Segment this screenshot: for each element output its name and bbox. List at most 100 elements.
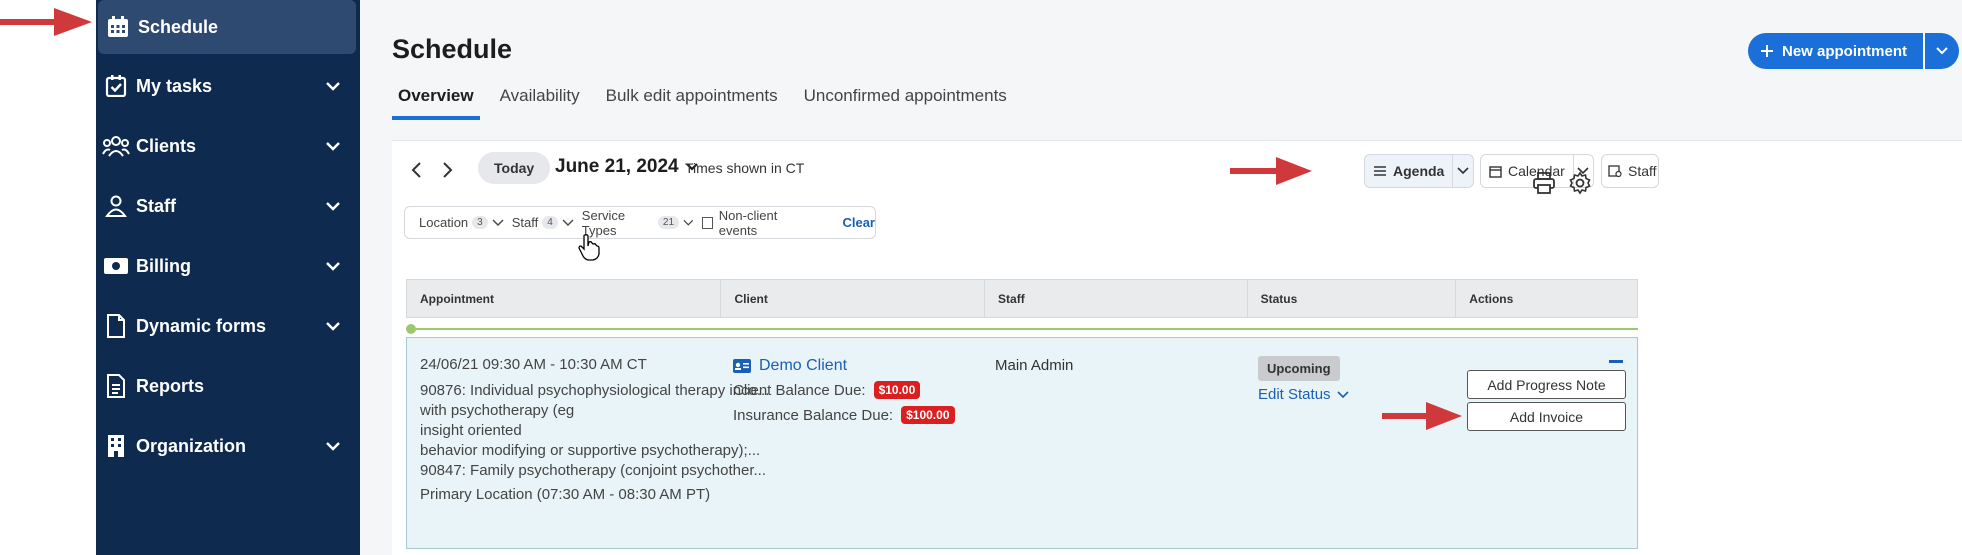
previous-day-button[interactable] xyxy=(406,159,428,181)
page-title: Schedule xyxy=(392,34,513,64)
appointment-datetime: 24/06/21 09:30 AM - 10:30 AM CT xyxy=(420,356,647,373)
agenda-label: Agenda xyxy=(1393,163,1445,179)
collapse-row-button[interactable] xyxy=(1609,360,1623,363)
calendar-view-main[interactable]: Calendar xyxy=(1481,155,1573,187)
sidebar-item-reports[interactable]: Reports xyxy=(96,359,360,413)
chevron-down-icon xyxy=(562,219,574,226)
current-time-line xyxy=(406,328,1638,330)
sidebar-item-organization[interactable]: Organization xyxy=(96,419,360,473)
calendar-person-icon xyxy=(1608,165,1622,178)
agenda-view-dropdown[interactable] xyxy=(1452,155,1473,187)
sidebar-item-my-tasks[interactable]: My tasks xyxy=(96,59,360,113)
mouse-cursor-icon xyxy=(578,234,600,261)
chevron-right-icon xyxy=(443,162,453,178)
schedule-panel: Today June 21, 2024 Times shown in CT Ag… xyxy=(392,140,1962,555)
add-invoice-button[interactable]: Add Invoice xyxy=(1467,402,1626,431)
main-content: Schedule Overview Availability Bulk edit… xyxy=(360,0,1962,555)
table-header: Appointment Client Staff Status Actions xyxy=(406,279,1638,318)
staff-filter[interactable]: Staff 4 xyxy=(512,215,574,230)
calendar-icon xyxy=(104,13,132,41)
current-date: June 21, 2024 xyxy=(555,156,679,177)
column-header-actions[interactable]: Actions xyxy=(1456,280,1637,317)
today-button[interactable]: Today xyxy=(478,152,551,184)
service-line: with psychotherapy (eg xyxy=(420,402,575,419)
gear-icon xyxy=(1569,171,1591,195)
insurance-balance-badge: $100.00 xyxy=(901,406,955,424)
column-header-staff[interactable]: Staff xyxy=(985,280,1248,317)
tab-overview[interactable]: Overview xyxy=(392,84,480,120)
tab-bar: Overview Availability Bulk edit appointm… xyxy=(392,84,1027,120)
current-time-dot xyxy=(406,324,416,334)
location-filter[interactable]: Location 3 xyxy=(419,215,504,230)
task-check-icon xyxy=(102,72,130,100)
settings-button[interactable] xyxy=(1568,171,1592,195)
column-header-status[interactable]: Status xyxy=(1248,280,1457,317)
staff-view-button[interactable]: Staff xyxy=(1601,154,1659,188)
column-header-client[interactable]: Client xyxy=(721,280,986,317)
location-count-badge: 3 xyxy=(472,216,488,229)
new-appointment-label: New appointment xyxy=(1782,42,1908,60)
client-balance-label: Client Balance Due: xyxy=(733,381,866,399)
tab-unconfirmed-appointments[interactable]: Unconfirmed appointments xyxy=(798,84,1013,120)
sidebar-item-label: My tasks xyxy=(136,75,213,96)
sidebar-item-schedule[interactable]: Schedule xyxy=(98,0,356,54)
client-balance-badge: $10.00 xyxy=(873,381,921,399)
new-appointment-button[interactable]: New appointment xyxy=(1748,33,1924,69)
sidebar-item-label: Clients xyxy=(136,135,197,156)
chevron-down-icon xyxy=(326,322,340,331)
service-line: 90847: Family psychotherapy (conjoint ps… xyxy=(420,462,767,479)
edit-status-dropdown[interactable]: Edit Status xyxy=(1258,386,1349,403)
non-client-events-label: Non-client events xyxy=(718,207,778,238)
insurance-balance: Insurance Balance Due: $100.00 xyxy=(733,406,955,424)
chevron-down-icon xyxy=(492,219,504,226)
app-root: Schedule My tasks Clients Staff Billing … xyxy=(0,0,1962,555)
print-button[interactable] xyxy=(1532,171,1556,195)
column-header-appointment[interactable]: Appointment xyxy=(407,280,722,317)
service-line: 90876: Individual psychophysiological th… xyxy=(420,382,770,399)
chevron-down-icon xyxy=(326,262,340,271)
agenda-view-button[interactable]: Agenda xyxy=(1364,154,1474,188)
clear-filters-link[interactable]: Clear xyxy=(842,215,875,230)
staff-view-main[interactable]: Staff xyxy=(1602,155,1663,187)
service-types-count-badge: 21 xyxy=(657,216,680,229)
calendar-icon xyxy=(1489,165,1502,178)
staff-name: Main Admin xyxy=(995,357,1074,374)
sidebar-item-billing[interactable]: Billing xyxy=(96,239,360,293)
annotation-arrow-add-invoice xyxy=(1382,402,1462,430)
list-icon xyxy=(1374,166,1386,176)
chevron-down-icon xyxy=(326,142,340,151)
non-client-events-checkbox[interactable] xyxy=(701,216,713,229)
sidebar-item-label: Dynamic forms xyxy=(136,315,267,336)
clients-group-icon xyxy=(102,132,130,160)
insurance-balance-label: Insurance Balance Due: xyxy=(733,406,894,424)
chevron-down-icon xyxy=(683,219,694,226)
table-row[interactable]: 24/06/21 09:30 AM - 10:30 AM CT 90876: I… xyxy=(406,337,1638,549)
billing-cash-icon xyxy=(102,252,130,280)
sidebar-item-dynamic-forms[interactable]: Dynamic forms xyxy=(96,299,360,353)
add-progress-note-button[interactable]: Add Progress Note xyxy=(1467,370,1626,399)
sidebar-item-staff[interactable]: Staff xyxy=(96,179,360,233)
sidebar-item-label: Staff xyxy=(136,195,176,216)
sidebar-item-label: Schedule xyxy=(138,16,219,37)
client-link[interactable]: Demo Client xyxy=(733,357,847,375)
sidebar-item-label: Billing xyxy=(136,255,191,276)
service-line: behavior modifying or supportive psychot… xyxy=(420,442,761,459)
agenda-view-main[interactable]: Agenda xyxy=(1365,155,1452,187)
next-day-button[interactable] xyxy=(436,159,458,181)
timezone-note: Times shown in CT xyxy=(685,160,805,176)
tab-availability[interactable]: Availability xyxy=(494,84,586,120)
appointment-location: Primary Location (07:30 AM - 08:30 AM PT… xyxy=(420,486,711,503)
date-picker[interactable]: June 21, 2024 xyxy=(555,156,699,178)
left-gutter xyxy=(0,0,96,555)
staff-label: Staff xyxy=(1628,163,1657,179)
sidebar-item-clients[interactable]: Clients xyxy=(96,119,360,173)
tab-bulk-edit-appointments[interactable]: Bulk edit appointments xyxy=(600,84,784,120)
staff-filter-label: Staff xyxy=(511,215,539,230)
client-name: Demo Client xyxy=(759,357,848,374)
chevron-down-icon xyxy=(1336,390,1349,398)
chevron-down-icon xyxy=(1457,167,1469,175)
annotation-arrow-agenda xyxy=(1230,157,1312,185)
new-appointment-dropdown-button[interactable] xyxy=(1923,33,1960,69)
chevron-down-icon xyxy=(326,442,340,451)
filter-bar: Location 3 Staff 4 Service Types 21 Non-… xyxy=(404,206,876,239)
